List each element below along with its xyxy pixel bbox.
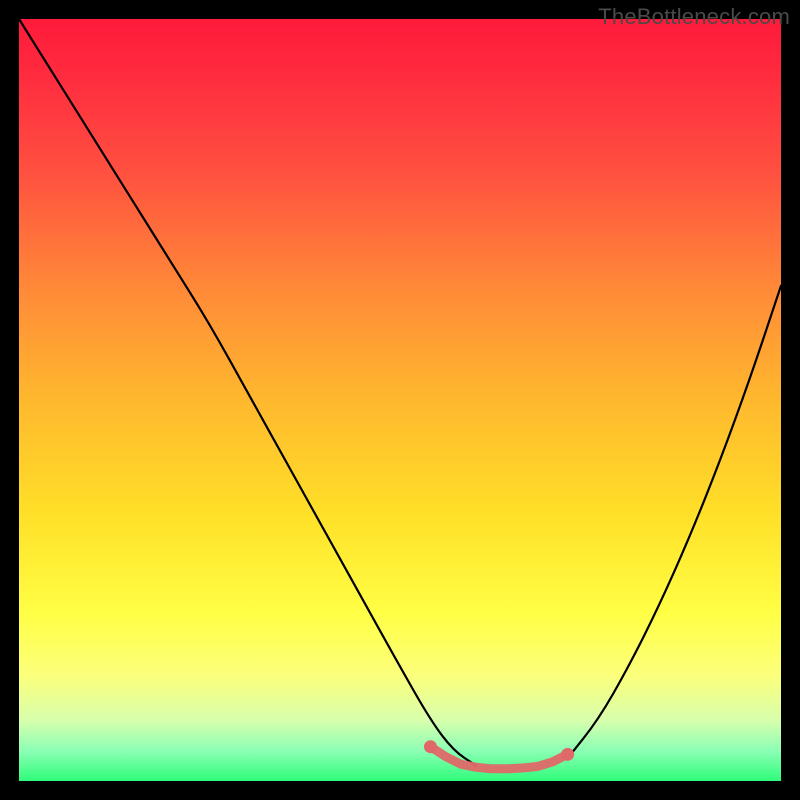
- watermark-text: TheBottleneck.com: [598, 4, 790, 30]
- chart-markers: [424, 740, 574, 769]
- marker-end-dot: [561, 748, 574, 761]
- chart-svg: [19, 19, 781, 781]
- marker-end-dot: [424, 740, 437, 753]
- marker-band-line: [430, 747, 567, 769]
- chart-plot-area: [19, 19, 781, 781]
- series-left-curve: [19, 19, 476, 766]
- chart-series: [19, 19, 781, 766]
- series-right-curve: [568, 286, 781, 758]
